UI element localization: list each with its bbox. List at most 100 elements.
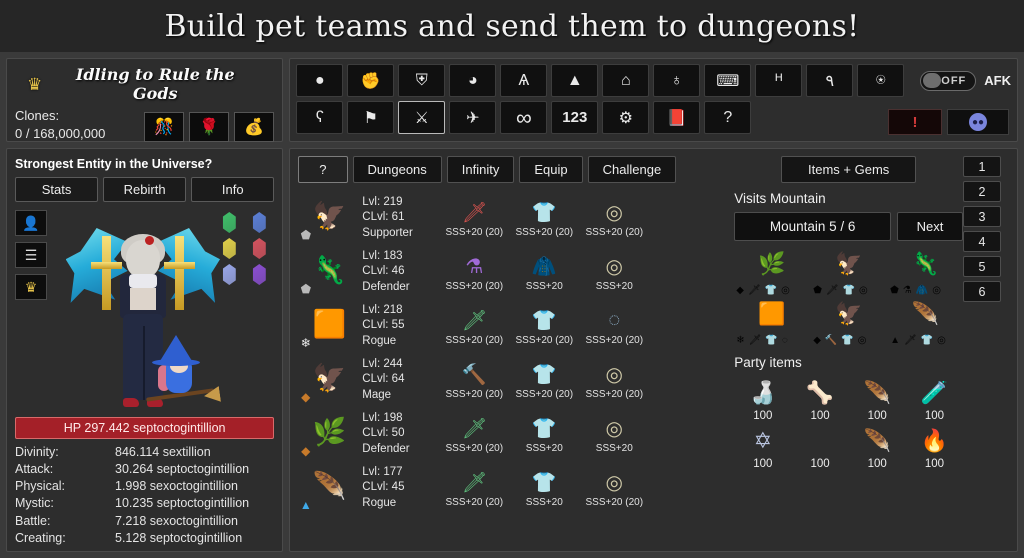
pet-row[interactable]: 🦅 ⬟ Lvl: 219 CLvl: 61 Supporter 🗡 SSS+20 (20) 👕… bbox=[298, 191, 728, 245]
tab-equip[interactable]: Equip bbox=[519, 156, 583, 183]
rose-item[interactable]: 🌹 bbox=[189, 112, 230, 143]
weapon-slot[interactable]: ⚗ SSS+20 (20) bbox=[440, 253, 508, 292]
cat-icon[interactable]: ʕ bbox=[296, 101, 344, 134]
party-slot-2[interactable]: 🦅 ⬟ 🗡 👕 ◎ bbox=[811, 249, 886, 297]
ring-slot[interactable]: ◎ SSS+20 bbox=[580, 415, 648, 454]
pet-row[interactable]: 🟧 ❄ Lvl: 218 CLvl: 55 Rogue 🗡 SSS+20 (20) 👕 SSS+… bbox=[298, 299, 728, 353]
alert-button[interactable]: ! bbox=[888, 109, 942, 135]
character-tab-rebirth[interactable]: Rebirth bbox=[103, 177, 187, 202]
tab-infinity[interactable]: Infinity bbox=[446, 156, 515, 183]
ghost-icon[interactable]: ⍟ bbox=[857, 64, 905, 97]
tab-help[interactable]: ? bbox=[298, 156, 348, 183]
clones-value: 0 / 168,000,000 bbox=[15, 125, 106, 141]
slime-icon[interactable]: ◕ bbox=[449, 64, 497, 97]
gear-icon[interactable]: ⚙ bbox=[602, 101, 650, 134]
mountain-button[interactable]: Mountain 5 / 6 bbox=[734, 212, 891, 241]
weapon-slot[interactable]: 🔨 SSS+20 (20) bbox=[440, 361, 508, 400]
ring-slot[interactable]: ◎ SSS+20 (20) bbox=[580, 361, 648, 400]
armor-slot[interactable]: 👕 SSS+20 bbox=[510, 469, 578, 508]
menu-button[interactable]: ☰ bbox=[15, 242, 47, 268]
equip-mini-icon: 🔨 bbox=[824, 335, 838, 346]
discord-button[interactable]: ●● bbox=[947, 109, 1009, 135]
tab-challenge[interactable]: Challenge bbox=[587, 156, 677, 183]
flag-icon[interactable]: ⚑ bbox=[347, 101, 395, 134]
green-vial-item[interactable]: 🧪 100 bbox=[906, 376, 963, 422]
ring-slot[interactable]: ◎ SSS+20 (20) bbox=[580, 199, 648, 238]
wing-item[interactable]: 🪶 100 bbox=[849, 424, 906, 470]
pet-row[interactable]: 🪶 ▲ Lvl: 177 CLvl: 45 Rogue 🗡 SSS+20 (20) 👕 SSS+… bbox=[298, 461, 728, 515]
party-slot-3[interactable]: 🦎 ⬟ ⚗ 🧥 ◎ bbox=[888, 249, 963, 297]
pet-thumbnail[interactable]: 🌿 ◆ bbox=[298, 410, 356, 458]
slot-number-5[interactable]: 5 bbox=[963, 256, 1001, 277]
tab-dungeons[interactable]: Dungeons bbox=[352, 156, 442, 183]
orb-icon[interactable]: ● bbox=[296, 64, 344, 97]
slot-number-3[interactable]: 3 bbox=[963, 206, 1001, 227]
weapon-slot[interactable]: 🗡 SSS+20 (20) bbox=[440, 199, 508, 238]
shield-icon[interactable]: ⛨ bbox=[398, 64, 446, 97]
slot-number-2[interactable]: 2 bbox=[963, 181, 1001, 202]
bone-item[interactable]: 🦴 100 bbox=[791, 376, 848, 422]
torch-item[interactable]: 🔥 100 bbox=[906, 424, 963, 470]
slot-number-4[interactable]: 4 bbox=[963, 231, 1001, 252]
flashlight-icon[interactable]: ⌨ bbox=[704, 64, 752, 97]
crown-button[interactable]: ♛ bbox=[15, 274, 47, 300]
armor-slot[interactable]: 👕 SSS+20 (20) bbox=[510, 307, 578, 346]
slot-number-1[interactable]: 1 bbox=[963, 156, 1001, 177]
pet-thumbnail[interactable]: 🪶 ▲ bbox=[298, 464, 356, 512]
party-slot-5[interactable]: 🦅 ◆ 🔨 👕 ◎ bbox=[811, 299, 886, 347]
weapon-slot[interactable]: 🗡 SSS+20 (20) bbox=[440, 307, 508, 346]
book-icon[interactable]: 📕 bbox=[653, 101, 701, 134]
weapon-slot[interactable]: 🗡 SSS+20 (20) bbox=[440, 415, 508, 454]
people-icon[interactable]: ٩ bbox=[806, 64, 854, 97]
planet-icon[interactable]: ♁ bbox=[653, 64, 701, 97]
empty-item[interactable]: 100 bbox=[791, 424, 848, 470]
profile-button[interactable]: 👤 bbox=[15, 210, 47, 236]
slot-number-6[interactable]: 6 bbox=[963, 281, 1001, 302]
party-slot-4[interactable]: 🟧 ❄ 🗡 👕 ◌ bbox=[734, 299, 809, 347]
party-slot-1[interactable]: 🌿 ◆ 🗡 👕 ◎ bbox=[734, 249, 809, 297]
pet-thumbnail[interactable]: 🟧 ❄ bbox=[298, 302, 356, 350]
building-icon[interactable]: ⌂ bbox=[602, 64, 650, 97]
feather-item-icon: 🪶 bbox=[863, 380, 891, 405]
armor-slot[interactable]: 🧥 SSS+20 bbox=[510, 253, 578, 292]
ring-slot[interactable]: ◎ SSS+20 (20) bbox=[580, 469, 648, 508]
character-tab-info[interactable]: Info bbox=[191, 177, 275, 202]
pet-thumbnail[interactable]: 🦅 ⬟ bbox=[298, 194, 356, 242]
armor-slot[interactable]: 👕 SSS+20 bbox=[510, 415, 578, 454]
help-icon[interactable]: ? bbox=[704, 101, 752, 134]
talisman-item[interactable]: ✡ 100 bbox=[734, 424, 791, 470]
discord-icon: ●● bbox=[969, 113, 987, 131]
items-gems-button[interactable]: Items + Gems bbox=[781, 156, 917, 183]
equip-mini-icon: ◎ bbox=[781, 285, 790, 296]
next-button[interactable]: Next bbox=[897, 212, 963, 241]
potion-item[interactable]: 🍶 100 bbox=[734, 376, 791, 422]
bats-icon[interactable]: ᴴ bbox=[755, 64, 803, 97]
pyramid-icon[interactable]: ▲ bbox=[551, 64, 599, 97]
firecracker-item[interactable]: 🎊 bbox=[144, 112, 185, 143]
armor-slot[interactable]: 👕 SSS+20 (20) bbox=[510, 199, 578, 238]
pet-row[interactable]: 🌿 ◆ Lvl: 198 CLvl: 50 Defender 🗡 SSS+20 (20) 👕 S… bbox=[298, 407, 728, 461]
necklace-slot[interactable]: ◌ SSS+20 (20) bbox=[580, 307, 648, 346]
pet-row[interactable]: 🦎 ⬟ Lvl: 183 CLvl: 46 Defender ⚗ SSS+20 (20) 🧥 S… bbox=[298, 245, 728, 299]
fist-icon[interactable]: ✊ bbox=[347, 64, 395, 97]
gear-list: 🗡 SSS+20 (20) 👕 SSS+20 ◎ SSS+20 (20) bbox=[440, 469, 648, 508]
creature-icon[interactable]: Ѧ bbox=[500, 64, 548, 97]
infinity-icon[interactable]: ∞ bbox=[500, 101, 548, 134]
numbers-icon[interactable]: 123 bbox=[551, 101, 599, 134]
bird-icon[interactable]: ✈ bbox=[449, 101, 497, 134]
ring-slot[interactable]: ◎ SSS+20 bbox=[580, 253, 648, 292]
pet-role: Defender bbox=[362, 442, 410, 455]
party-slot-6[interactable]: 🪶 ▲ 🗡 👕 ◎ bbox=[888, 299, 963, 347]
equip-mini-icon: ◎ bbox=[859, 285, 868, 296]
pet-row[interactable]: 🦅 ◆ Lvl: 244 CLvl: 64 Mage 🔨 SSS+20 (20) 👕 SSS+2… bbox=[298, 353, 728, 407]
weapon-slot[interactable]: 🗡 SSS+20 (20) bbox=[440, 469, 508, 508]
armor-slot[interactable]: 👕 SSS+20 (20) bbox=[510, 361, 578, 400]
afk-toggle[interactable]: OFF bbox=[920, 70, 977, 91]
pet-thumbnail[interactable]: 🦎 ⬟ bbox=[298, 248, 356, 296]
feather-item[interactable]: 🪶 100 bbox=[849, 376, 906, 422]
gold-item[interactable]: 💰 bbox=[234, 112, 275, 143]
pet-thumbnail[interactable]: 🦅 ◆ bbox=[298, 356, 356, 404]
gear-rank: SSS+20 (20) bbox=[445, 388, 504, 400]
crossed-swords-icon[interactable]: ⚔ bbox=[398, 101, 446, 134]
character-tab-stats[interactable]: Stats bbox=[15, 177, 99, 202]
